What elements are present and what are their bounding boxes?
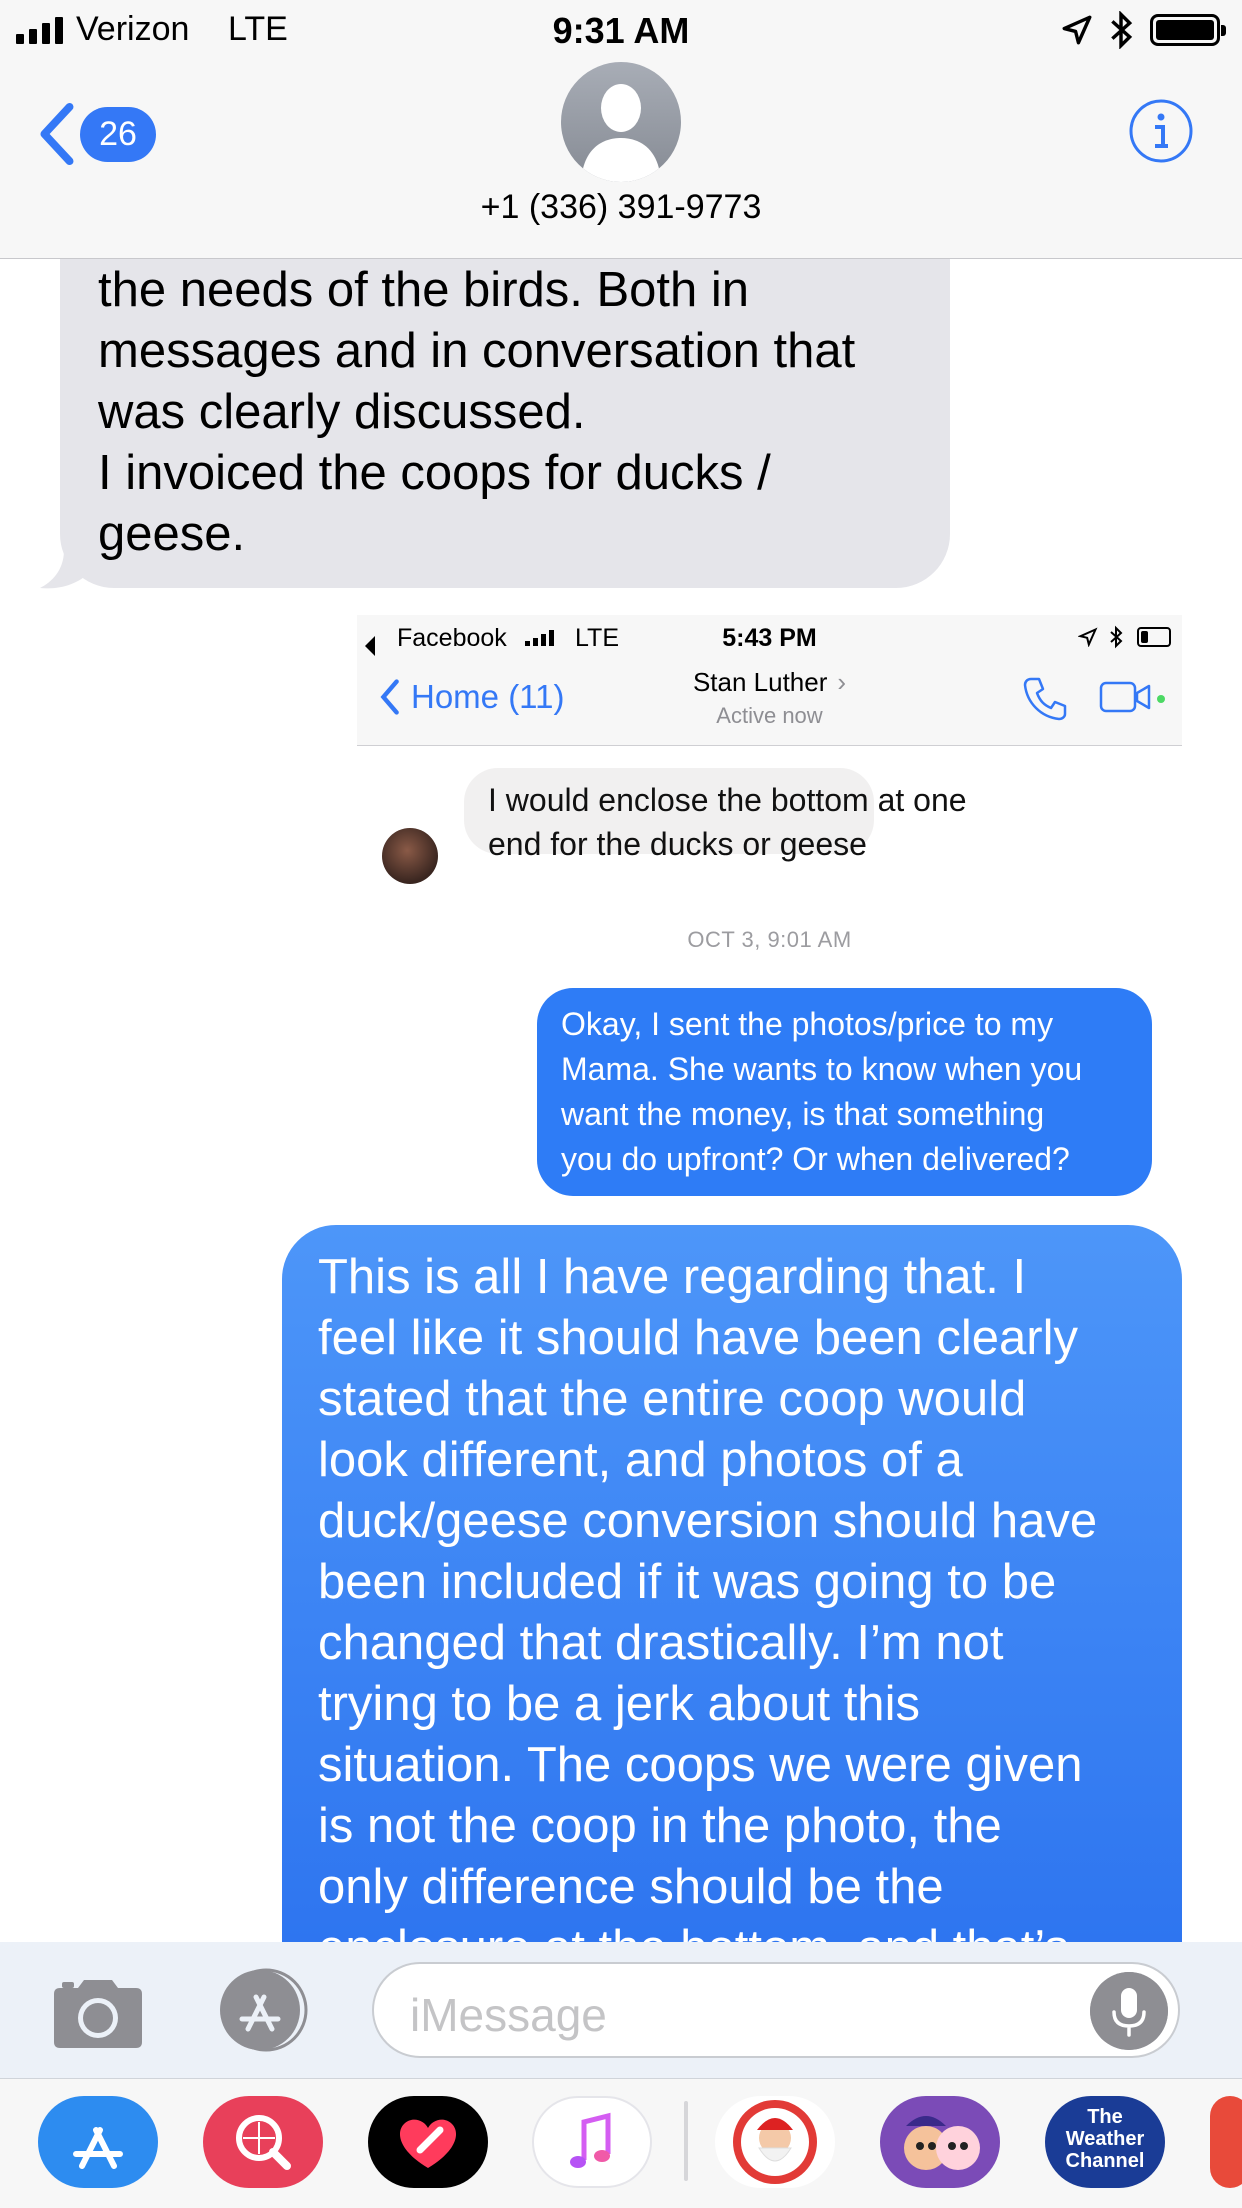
- chevron-left-icon: [40, 102, 74, 166]
- online-indicator: [1157, 695, 1165, 703]
- message-line: want the money, is that something: [561, 1096, 1045, 1132]
- message-line: duck/geese conversion should have: [318, 1494, 1098, 1548]
- weather-channel-label: The Weather Channel: [1065, 2106, 1145, 2172]
- message-composer: iMessage: [0, 1942, 1242, 2079]
- message-line: stated that the entire coop would: [318, 1372, 1027, 1426]
- screenshot-date-stamp: OCT 3, 9:01 AM: [687, 927, 852, 952]
- message-line: end for the ducks or geese: [488, 826, 867, 862]
- message-line: you do upfront? Or when delivered?: [561, 1141, 1070, 1177]
- contact-avatar[interactable]: [561, 62, 681, 182]
- partial-app-icon[interactable]: [1210, 2096, 1242, 2188]
- back-button[interactable]: 26: [36, 96, 156, 172]
- sender-avatar: [382, 828, 438, 884]
- microphone-icon[interactable]: [1090, 1972, 1168, 2050]
- screenshot-sent-bubble: Okay, I sent the photos/price to my Mama…: [537, 988, 1152, 1196]
- screenshot-battery-level: [1141, 631, 1148, 643]
- message-line: look different, and photos of a: [318, 1433, 963, 1487]
- message-line: been included if it was going to be: [318, 1555, 1057, 1609]
- message-line: the needs of the birds. Both in: [98, 263, 750, 317]
- message-line: Okay, I sent the photos/price to my: [561, 1006, 1054, 1042]
- screenshot-location-icon: [1078, 627, 1098, 647]
- camera-icon[interactable]: [48, 1972, 148, 2052]
- message-line: I would enclose the bottom at one: [488, 782, 967, 818]
- message-input-placeholder: iMessage: [410, 1989, 607, 2041]
- digital-touch-heart-icon[interactable]: [368, 2096, 488, 2188]
- screenshot-bluetooth-icon: [1110, 625, 1123, 649]
- imessage-app-drawer: The Weather Channel: [0, 2079, 1242, 2208]
- message-line: I invoiced the coops for ducks /: [98, 446, 771, 500]
- web-images-search-icon[interactable]: [203, 2096, 323, 2188]
- status-bar: Verizon LTE 9:31 AM: [0, 0, 1242, 60]
- santa-sticker-icon[interactable]: [715, 2096, 835, 2188]
- info-icon[interactable]: [1128, 98, 1194, 164]
- unread-count-badge: 26: [80, 106, 156, 162]
- disney-stickers-icon[interactable]: [880, 2096, 1000, 2188]
- app-store-icon[interactable]: [38, 2096, 158, 2188]
- message-line: Mama. She wants to know when you: [561, 1051, 1083, 1087]
- location-arrow-icon: [1062, 15, 1092, 45]
- message-line: is not the coop in the photo, the: [318, 1799, 1002, 1853]
- phone-icon: [1023, 677, 1067, 721]
- status-time: 9:31 AM: [552, 10, 690, 51]
- music-icon[interactable]: [532, 2096, 652, 2188]
- message-line: trying to be a jerk about this: [318, 1677, 920, 1731]
- message-line: geese.: [98, 507, 246, 561]
- message-line: situation. The coops we were given: [318, 1738, 1083, 1792]
- chevron-right-icon: ›: [837, 667, 847, 697]
- contact-phone-number[interactable]: +1 (336) 391-9773: [0, 188, 1242, 227]
- message-line: changed that drastically. I’m not: [318, 1616, 1004, 1670]
- bluetooth-icon: [1111, 11, 1133, 49]
- screenshot-battery-icon: [1137, 627, 1171, 647]
- message-input[interactable]: iMessage: [372, 1962, 1180, 2058]
- video-call-icon: [1099, 681, 1151, 713]
- message-line: was clearly discussed.: [98, 385, 586, 439]
- screenshot-received-bubble: I would enclose the bottom at one end fo…: [464, 768, 967, 862]
- message-line: feel like it should have been clearly: [318, 1311, 1078, 1365]
- message-line: messages and in conversation that: [98, 324, 856, 378]
- bubble-tail: [40, 550, 90, 589]
- sent-message-bubble[interactable]: This is all I have regarding that. I fee…: [282, 1225, 1182, 1985]
- drawer-separator: [684, 2101, 688, 2181]
- message-line: only difference should be the: [318, 1860, 944, 1914]
- screenshot-header: Facebook LTE 5:43 PM Home (11) Stan Luth…: [357, 615, 1182, 746]
- battery-icon: [1150, 14, 1226, 46]
- screenshot-time: 5:43 PM: [722, 624, 817, 652]
- weather-channel-icon[interactable]: The Weather Channel: [1045, 2096, 1165, 2188]
- app-drawer-toggle-icon[interactable]: [210, 1967, 316, 2053]
- battery-level: [1156, 20, 1214, 40]
- message-line: This is all I have regarding that. I: [318, 1250, 1027, 1304]
- person-silhouette-icon: [581, 84, 661, 182]
- conversation-header: 26 +1 (336) 391-9773: [0, 60, 1242, 259]
